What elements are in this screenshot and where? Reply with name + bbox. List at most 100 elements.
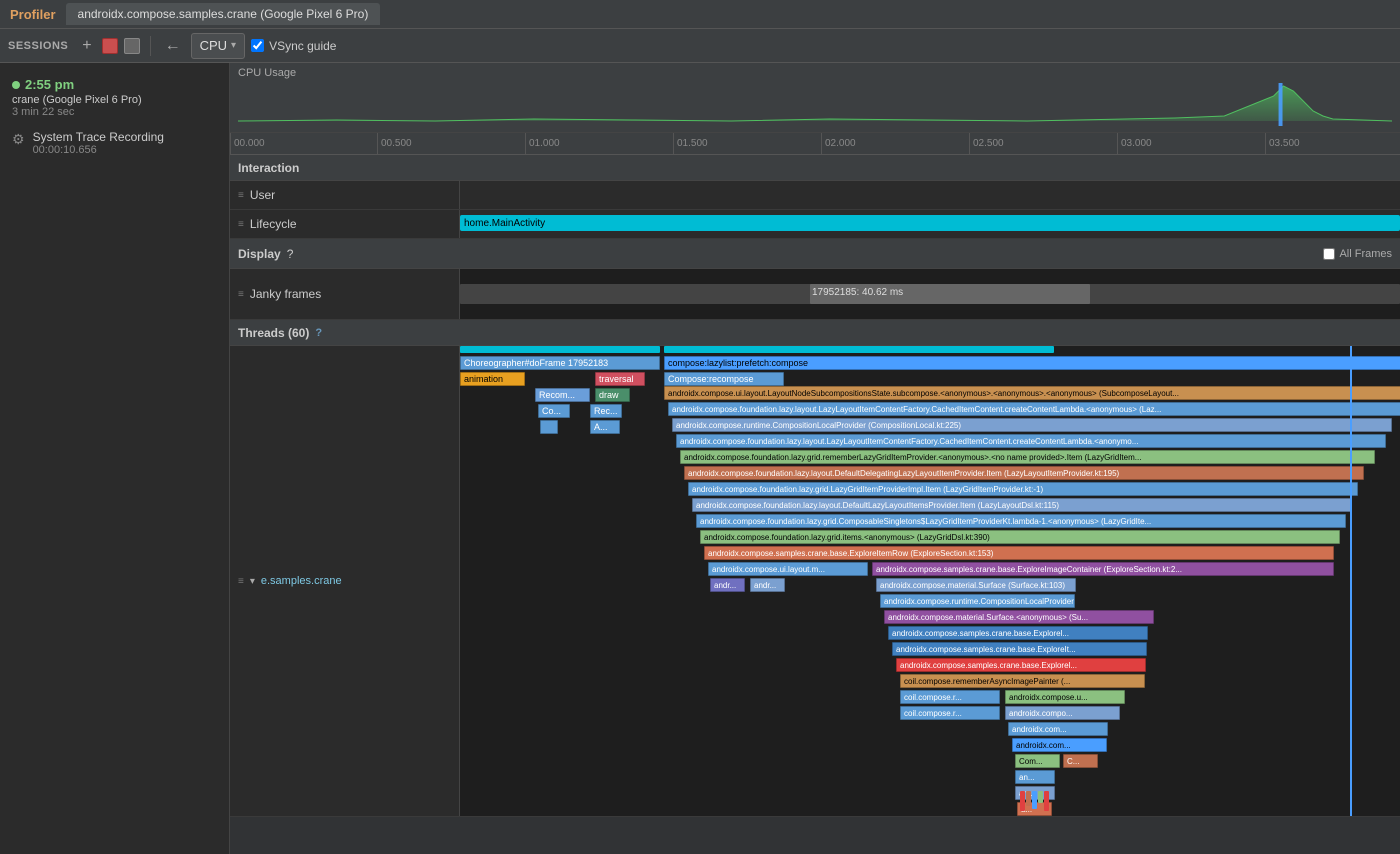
user-track-content[interactable] <box>460 181 1400 209</box>
material-surface-anon-bar[interactable]: androidx.compose.material.Surface.<anony… <box>884 610 1154 624</box>
com-bar[interactable]: Com... <box>1015 754 1060 768</box>
explorel-bar-1[interactable]: androidx.compose.samples.crane.base.Expl… <box>888 626 1148 640</box>
back-button[interactable]: ← <box>161 37 185 55</box>
main-layout: 2:55 pm crane (Google Pixel 6 Pro) 3 min… <box>0 63 1400 854</box>
rec-bar[interactable]: Rec... <box>590 404 622 418</box>
gear-icon: ⚙ <box>12 131 25 148</box>
remember-lazy-bar[interactable]: androidx.compose.foundation.lazy.grid.re… <box>680 450 1375 464</box>
lifecycle-track-label: ≡ Lifecycle <box>230 210 460 238</box>
lifecycle-track-row: ≡ Lifecycle home.MainActivity <box>230 210 1400 239</box>
all-frames-toggle[interactable]: All Frames <box>1323 248 1392 260</box>
display-section-header: Display ? All Frames <box>230 239 1400 269</box>
scroll-area[interactable]: Interaction ≡ User ≡ Lifecycle home.Mai <box>230 155 1400 854</box>
animation-bar[interactable]: animation <box>460 372 525 386</box>
thread-header-bar-1 <box>460 346 660 353</box>
bottom-bar-4 <box>1038 791 1043 803</box>
vsync-toggle[interactable]: VSync guide <box>251 39 336 53</box>
co-bar[interactable]: Co... <box>538 404 570 418</box>
interaction-section-header: Interaction <box>230 155 1400 181</box>
ruler-tick-2: 01.000 <box>525 133 560 154</box>
hamburger-icon-2[interactable]: ≡ <box>238 219 244 230</box>
cpu-usage-label: CPU Usage <box>238 67 1392 79</box>
toolbar: SESSIONS + ← CPU ▾ VSync guide <box>0 29 1400 63</box>
session-duration: 3 min 22 sec <box>12 106 217 118</box>
thread-main-content[interactable]: Choreographer#doFrame 17952183 compose:l… <box>460 346 1400 816</box>
threads-label: Threads (60) <box>238 326 309 340</box>
composable-singletons-bar[interactable]: androidx.compose.foundation.lazy.grid.Co… <box>696 514 1346 528</box>
coil-compose-r-bar-2[interactable]: coil.compose.r... <box>900 706 1000 720</box>
add-session-button[interactable]: + <box>78 37 95 55</box>
active-tab[interactable]: androidx.compose.samples.crane (Google P… <box>66 3 381 25</box>
explore-image-container-bar[interactable]: androidx.compose.samples.crane.base.Expl… <box>872 562 1334 576</box>
timeline-ruler: 00.000 00.500 01.000 01.500 02.000 02.50… <box>230 133 1400 155</box>
lazy-grid-items-bar[interactable]: androidx.compose.foundation.lazy.grid.it… <box>700 530 1340 544</box>
material-surface-bar[interactable]: androidx.compose.material.Surface (Surfa… <box>876 578 1076 592</box>
lifecycle-label: Lifecycle <box>250 217 297 231</box>
janky-frames-label: ≡ Janky frames <box>230 269 460 319</box>
threads-help-icon[interactable]: ? <box>315 327 322 339</box>
trace-label: System Trace Recording <box>33 130 164 144</box>
coil-compose-r-bar-1[interactable]: coil.compose.r... <box>900 690 1000 704</box>
andr-bar-2[interactable]: andr... <box>750 578 785 592</box>
bottom-bar-3 <box>1032 791 1037 809</box>
androidx-com-bar-2[interactable]: androidx.com... <box>1012 738 1107 752</box>
ruler-tick-1: 00.500 <box>377 133 412 154</box>
bottom-bars <box>1020 791 1049 811</box>
ui-layout-m-bar[interactable]: androidx.compose.ui.layout.m... <box>708 562 868 576</box>
lazy-layout-factory-bar[interactable]: androidx.compose.foundation.lazy.layout.… <box>668 402 1400 416</box>
thread-main-row: ≡ ▾ e.samples.crane Choreographer#doFram… <box>230 346 1400 817</box>
thread-hamburger-icon[interactable]: ≡ <box>238 576 244 587</box>
an-bar-1[interactable]: an... <box>1015 770 1055 784</box>
vsync-checkbox[interactable] <box>251 39 264 52</box>
main-activity-bar[interactable]: home.MainActivity <box>460 215 1400 231</box>
a-bar[interactable]: A... <box>590 420 620 434</box>
small-bar-1[interactable] <box>540 420 558 434</box>
all-frames-checkbox[interactable] <box>1323 248 1335 260</box>
lazy-grid-impl-bar[interactable]: androidx.compose.foundation.lazy.grid.La… <box>688 482 1358 496</box>
session-item[interactable]: 2:55 pm crane (Google Pixel 6 Pro) 3 min… <box>0 71 229 124</box>
composition-local-provider-bar[interactable]: androidx.compose.runtime.CompositionLoca… <box>880 594 1075 608</box>
cpu-label: CPU <box>200 38 227 53</box>
default-delegating-bar[interactable]: androidx.compose.foundation.lazy.layout.… <box>684 466 1364 480</box>
hamburger-icon[interactable]: ≡ <box>238 190 244 201</box>
compose-lazylist-bar[interactable]: compose:lazylist:prefetch:compose <box>664 356 1400 370</box>
composition-local-bar[interactable]: androidx.compose.runtime.CompositionLoca… <box>672 418 1392 432</box>
record-button[interactable] <box>124 38 140 54</box>
timeline-cursor <box>1350 346 1352 816</box>
explore-item-row-bar[interactable]: androidx.compose.samples.crane.base.Expl… <box>704 546 1334 560</box>
recom-bar[interactable]: Recom... <box>535 388 590 402</box>
cpu-dropdown[interactable]: CPU ▾ <box>191 33 245 59</box>
janky-frames-content[interactable]: 17952185: 40.62 ms <box>460 269 1400 319</box>
compose-recompose-bar[interactable]: Compose:recompose <box>664 372 784 386</box>
system-trace-item[interactable]: ⚙ System Trace Recording 00:00:10.656 <box>0 124 229 162</box>
ruler-tick-7: 03.500 <box>1265 133 1300 154</box>
explorel-bar-2[interactable]: androidx.compose.samples.crane.base.Expl… <box>896 658 1146 672</box>
cpu-graph-svg <box>238 81 1392 126</box>
coil-remember-bar[interactable]: coil.compose.rememberAsyncImagePainter (… <box>900 674 1145 688</box>
draw-bar[interactable]: draw <box>595 388 630 402</box>
hamburger-icon-3[interactable]: ≡ <box>238 289 244 300</box>
cached-item-bar[interactable]: androidx.compose.foundation.lazy.layout.… <box>676 434 1386 448</box>
ruler-tick-4: 02.000 <box>821 133 856 154</box>
androidx-compose-u-bar[interactable]: androidx.compose.u... <box>1005 690 1125 704</box>
c-bar[interactable]: C... <box>1063 754 1098 768</box>
thread-name-label[interactable]: ≡ ▾ e.samples.crane <box>230 346 460 816</box>
display-help-icon[interactable]: ? <box>287 247 294 261</box>
andr-bar-1[interactable]: andr... <box>710 578 745 592</box>
choreographer-bar[interactable]: Choreographer#doFrame 17952183 <box>460 356 660 370</box>
traversal-bar[interactable]: traversal <box>595 372 645 386</box>
triangle-icon[interactable]: ▾ <box>250 576 255 587</box>
androidx-com-bar-1[interactable]: androidx.com... <box>1008 722 1108 736</box>
cpu-graph <box>238 81 1392 126</box>
default-lazy-layout-bar[interactable]: androidx.compose.foundation.lazy.layout.… <box>692 498 1352 512</box>
sessions-label: SESSIONS <box>8 40 68 52</box>
androidx-compo-bar[interactable]: androidx.compo... <box>1005 706 1120 720</box>
ruler-tick-3: 01.500 <box>673 133 708 154</box>
exploreit-bar[interactable]: androidx.compose.samples.crane.base.Expl… <box>892 642 1147 656</box>
layout-node-bar[interactable]: androidx.compose.ui.layout.LayoutNodeSub… <box>664 386 1400 400</box>
ruler-tick-6: 03.000 <box>1117 133 1152 154</box>
user-track-row: ≡ User <box>230 181 1400 210</box>
ruler-tick-5: 02.500 <box>969 133 1004 154</box>
stop-button[interactable] <box>102 38 118 54</box>
lifecycle-track-content[interactable]: home.MainActivity <box>460 210 1400 238</box>
